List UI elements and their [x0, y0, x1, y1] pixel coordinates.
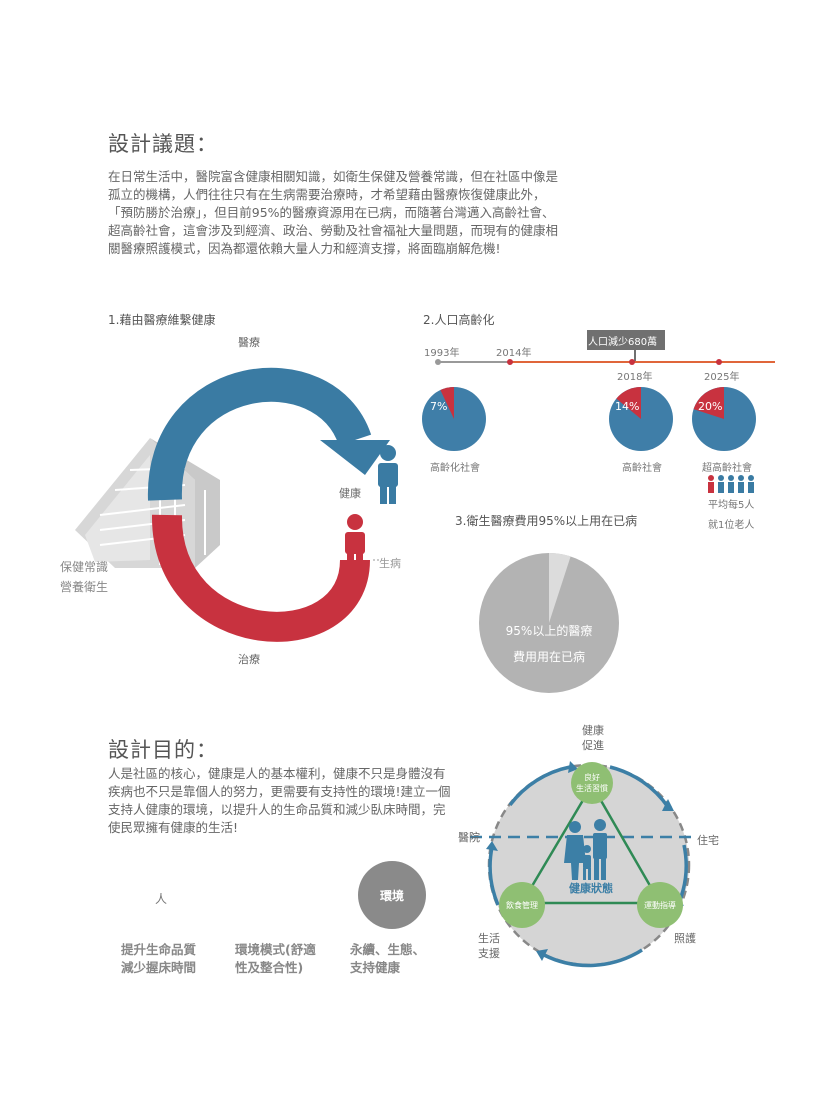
pie-caption-1: 高齡化社會 [430, 463, 480, 474]
label-sick: 生病 [379, 557, 401, 570]
pie-caption-3: 超高齡社會 [702, 463, 752, 474]
diagram2-title: 2.人口高齡化 [423, 313, 495, 327]
label-care-1: 保健常識 [60, 560, 109, 574]
health-cycle-diagram [75, 367, 398, 642]
aging-timeline-chart: 7% 14% 20% [422, 330, 775, 451]
diagram1-title: 1.藉由醫療維繫健康 [108, 313, 216, 327]
aging-pie-label: 14% [615, 400, 639, 413]
aging-pie-label: 7% [430, 400, 447, 413]
cost-pie-text-2: 費用用在已病 [512, 650, 585, 664]
cycle-left: 醫院 [458, 831, 480, 844]
person-icon [728, 475, 734, 493]
year-2018: 2018年 [617, 372, 653, 383]
circle-person-label: 人 [155, 892, 168, 906]
cycle-bottom-right: 照護 [674, 932, 696, 945]
circle-env-label: 環境 [379, 889, 404, 903]
purpose-paragraph: 人是社區的核心，健康是人的基本權利，健康不只是身體沒有疾病也不只是靠個人的努力，… [108, 766, 451, 835]
year-dot-2025 [716, 359, 722, 365]
cost-pie-text-1: 95%以上的醫療 [505, 624, 593, 638]
cycle-top-1: 健康 [582, 724, 604, 737]
callout-text: 人口減少680萬 [588, 337, 658, 348]
year-2025: 2025年 [704, 372, 740, 383]
year-dot-2018 [629, 359, 635, 365]
year-dot-1993 [435, 359, 441, 365]
label-treatment: 治療 [238, 653, 260, 666]
person-icon [738, 475, 744, 493]
year-2014: 2014年 [496, 348, 532, 359]
node-right-label: 運動指導 [644, 901, 676, 910]
cycle-right: 住宅 [697, 834, 719, 847]
cycle-top-2: 促進 [582, 739, 604, 752]
healthy-person-icon [378, 445, 398, 504]
node-left-label: 飲食管理 [506, 901, 538, 910]
person-icon [748, 475, 754, 493]
node-top-label-1: 良好 [584, 773, 600, 782]
elder-person-icon [708, 475, 714, 493]
label-care-2: 營養衛生 [60, 580, 109, 594]
diagram3-title: 3.衛生醫療費用95%以上用在已病 [455, 514, 638, 528]
pie-caption-2: 高齡社會 [622, 463, 662, 474]
note-1: 平均每5人 [708, 500, 755, 511]
issues-title: 設計議題： [108, 132, 218, 156]
goal-col-3: 永續、生態、 支持健康 [350, 942, 426, 975]
goal-col-2: 環境模式(舒適 性及整合性) [235, 942, 316, 975]
goal-col-1: 提升生命品質 減少握床時間 [121, 942, 197, 975]
node-top-label-2: 生活習慣 [576, 784, 608, 793]
aging-pie-label: 20% [698, 400, 722, 413]
cycle-bottom-left-2: 支援 [478, 947, 500, 960]
label-medical: 醫療 [238, 336, 260, 349]
building-illustration [75, 438, 220, 568]
note-2: 就1位老人 [708, 520, 755, 531]
year-1993: 1993年 [424, 348, 460, 359]
five-people-icons [708, 475, 754, 493]
cycle-center-label: 健康狀態 [569, 882, 613, 895]
label-health: 健康 [339, 487, 361, 500]
year-dot-2014 [507, 359, 513, 365]
issues-paragraph: 在日常生活中，醫院富含健康相關知識，如衛生保健及營養常識，但在社區中像是孤立的機… [108, 169, 559, 256]
person-icon [718, 475, 724, 493]
purpose-title: 設計目的： [108, 738, 218, 762]
cycle-bottom-left-1: 生活 [478, 932, 500, 945]
